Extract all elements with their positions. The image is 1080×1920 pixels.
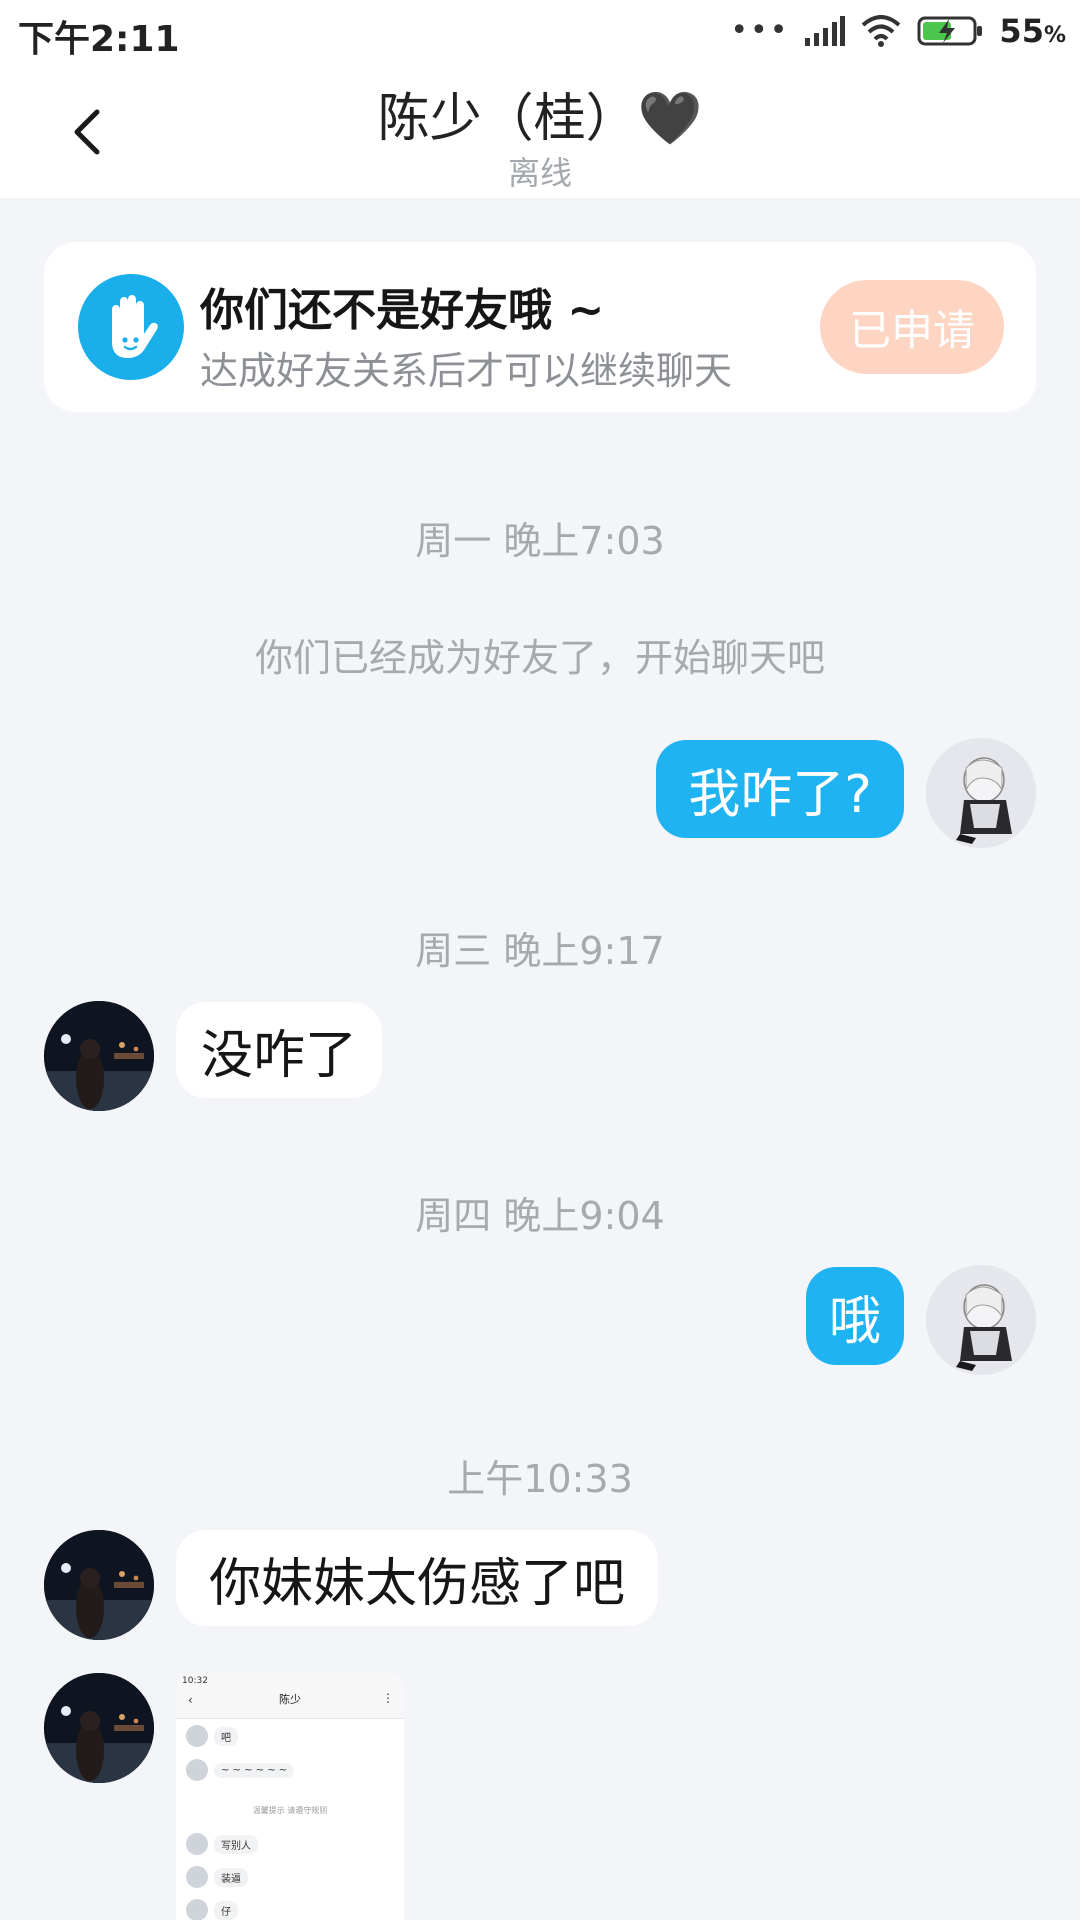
screenshot-row: 写别人 bbox=[186, 1833, 258, 1855]
screenshot-more-icon: ⋮ bbox=[382, 1691, 394, 1705]
battery-charging-icon bbox=[917, 16, 983, 46]
timestamp: 上午10:33 bbox=[447, 1457, 633, 1501]
my-avatar[interactable] bbox=[926, 1265, 1036, 1375]
system-message: 你们已经成为好友了，开始聊天吧 bbox=[254, 636, 825, 680]
sent-message-bubble[interactable]: 哦 bbox=[806, 1267, 904, 1365]
screenshot-row: 装逼 bbox=[186, 1866, 248, 1888]
screenshot-bubble: 写别人 bbox=[214, 1834, 258, 1854]
screenshot-title: 陈少 bbox=[279, 1693, 301, 1706]
screenshot-tip: 温馨提示 请遵守规则 bbox=[252, 1806, 328, 1815]
screenshot-row: 吧 bbox=[186, 1725, 238, 1747]
my-avatar[interactable] bbox=[926, 738, 1036, 848]
screenshot-bubble: 仔 bbox=[214, 1900, 238, 1920]
screenshot-time: 10:32 bbox=[182, 1676, 208, 1686]
screenshot-bubble: 装逼 bbox=[214, 1867, 248, 1887]
screenshot-avatar bbox=[186, 1725, 208, 1747]
screenshot-bubble: ~ ~ ~ ~ ~ ~ bbox=[214, 1762, 295, 1778]
received-message-bubble[interactable]: 没咋了 bbox=[176, 1002, 382, 1098]
friend-notice-card: 你们还不是好友哦 ~ 达成好友关系后才可以继续聊天 已申请 bbox=[44, 242, 1036, 412]
screenshot-avatar bbox=[186, 1866, 208, 1888]
chat-header: 陈少（桂）🖤 离线 bbox=[0, 66, 1080, 198]
notice-subtitle: 达成好友关系后才可以继续聊天 bbox=[200, 349, 733, 393]
battery-level: 55% bbox=[999, 12, 1066, 50]
received-message-bubble[interactable]: 你妹妹太伤感了吧 bbox=[176, 1530, 658, 1626]
screenshot-avatar bbox=[186, 1899, 208, 1920]
notice-title: 你们还不是好友哦 ~ bbox=[200, 285, 605, 336]
wave-hand-icon bbox=[78, 274, 184, 380]
timestamp: 周一 晚上7:03 bbox=[415, 519, 665, 563]
online-status: 离线 bbox=[507, 154, 572, 192]
screenshot-row: 仔 bbox=[186, 1899, 238, 1920]
timestamp: 周三 晚上9:17 bbox=[415, 929, 665, 973]
screenshot-row: ~ ~ ~ ~ ~ ~ bbox=[186, 1759, 295, 1781]
contact-name: 陈少（桂）🖤 bbox=[377, 89, 703, 149]
timestamp: 周四 晚上9:04 bbox=[415, 1194, 665, 1238]
screenshot-header: 10:32 ‹ 陈少 ⋮ bbox=[176, 1673, 404, 1719]
contact-avatar[interactable] bbox=[44, 1673, 154, 1783]
status-icons: ••• 55% bbox=[730, 12, 1066, 50]
contact-avatar[interactable] bbox=[44, 1001, 154, 1111]
contact-avatar[interactable] bbox=[44, 1530, 154, 1640]
wifi-icon bbox=[862, 15, 901, 47]
signal-icon bbox=[805, 16, 846, 46]
status-time: 下午2:11 bbox=[18, 19, 180, 60]
screenshot-avatar bbox=[186, 1833, 208, 1855]
notification-dots-icon: ••• bbox=[730, 13, 790, 48]
sent-message-bubble[interactable]: 我咋了? bbox=[656, 740, 904, 838]
screenshot-bubble: 吧 bbox=[214, 1726, 238, 1746]
screenshot-avatar bbox=[186, 1759, 208, 1781]
status-bar: 下午2:11 ••• 55% bbox=[0, 0, 1080, 66]
applied-button[interactable]: 已申请 bbox=[820, 280, 1004, 374]
image-message-screenshot[interactable]: 10:32 ‹ 陈少 ⋮ 吧 ~ ~ ~ ~ ~ ~ 温馨提示 请遵守规则 写别… bbox=[176, 1673, 404, 1920]
